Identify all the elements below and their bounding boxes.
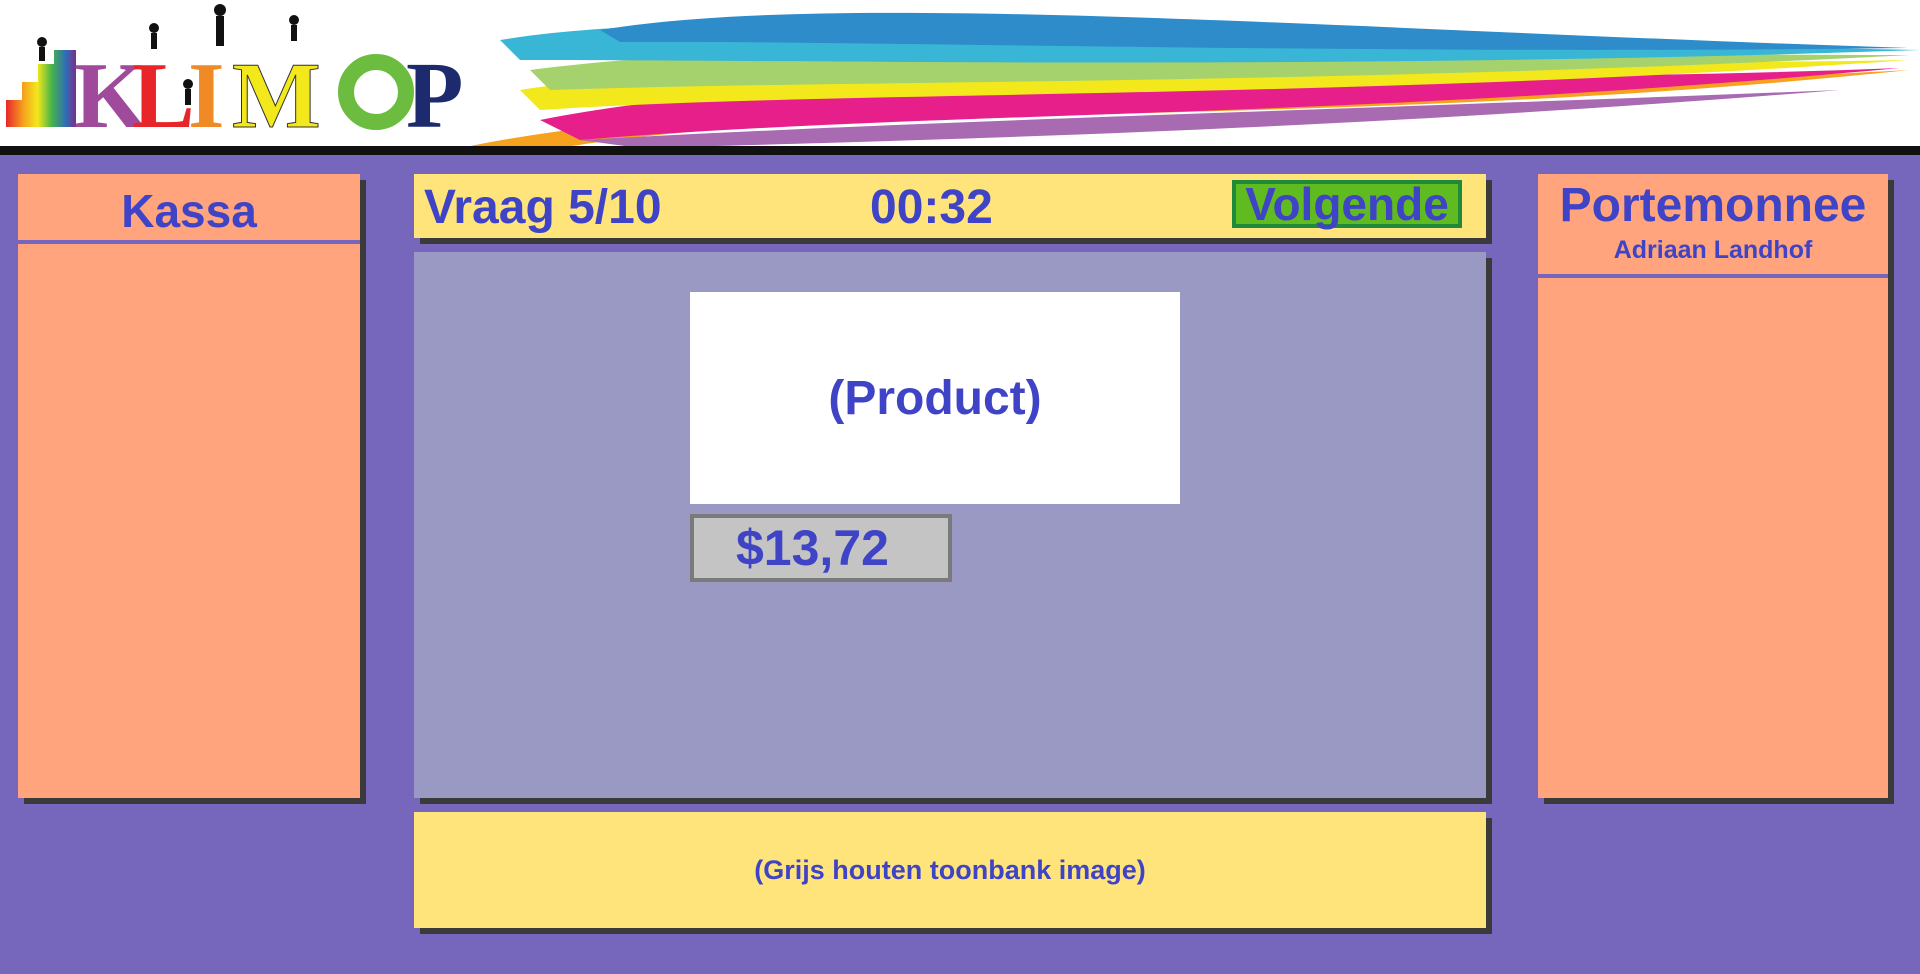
kassa-panel[interactable]: Kassa (18, 174, 360, 798)
timer: 00:32 (870, 181, 993, 234)
header: K L I M P (0, 0, 1920, 148)
wallet-divider (1538, 274, 1888, 278)
wallet-panel[interactable]: Portemonnee Adriaan Landhof (1538, 174, 1888, 798)
klimop-logo: K L I M P (6, 4, 463, 135)
price-tag: $13,72 (690, 514, 952, 582)
product-image: (Product) (690, 292, 1180, 504)
rainbow-swoosh (460, 12, 1920, 148)
wallet-title: Portemonnee (1559, 179, 1867, 232)
counter-placeholder: (Grijs houten toonbank image) (754, 854, 1146, 885)
header-divider (0, 146, 1920, 155)
svg-text:I: I (188, 44, 225, 135)
product-stage: (Product) $13,72 (414, 252, 1486, 798)
kassa-title: Kassa (121, 185, 257, 237)
question-counter: Vraag 5/10 (424, 181, 662, 234)
svg-text:M: M (232, 44, 321, 135)
kassa-divider (18, 240, 360, 244)
counter-area[interactable]: (Grijs houten toonbank image) (414, 812, 1486, 928)
wallet-owner: Adriaan Landhof (1613, 236, 1813, 264)
question-bar: Vraag 5/10 00:32 Volgende (414, 174, 1486, 238)
next-button[interactable]: Volgende (1232, 180, 1462, 228)
